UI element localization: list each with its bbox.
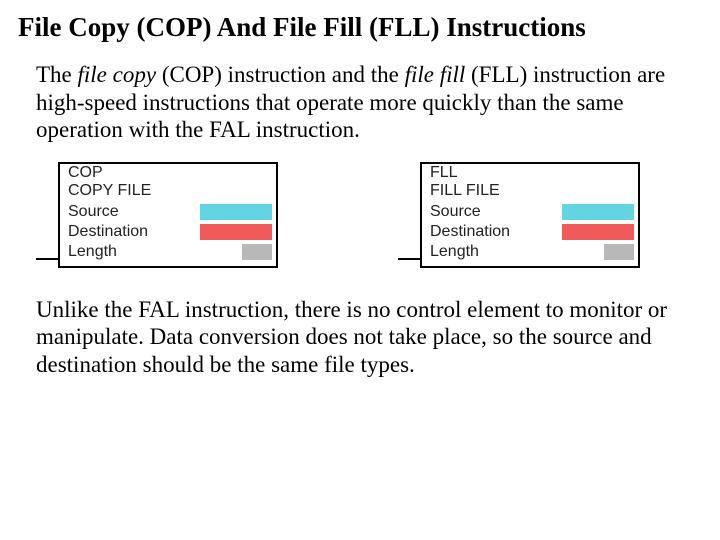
field-label: Destination (68, 223, 148, 241)
cop-block: COP COPY FILE Source Destination Length (36, 162, 278, 268)
value-swatch-icon (200, 204, 272, 220)
fll-subtitle: FILL FILE (422, 182, 638, 202)
cop-row-source: Source (60, 202, 276, 222)
value-swatch-icon (562, 224, 634, 240)
cop-block-body: COP COPY FILE Source Destination Length (58, 162, 278, 268)
paragraph-intro: The file copy (COP) instruction and the … (36, 61, 676, 144)
field-label: Length (430, 243, 479, 261)
diagram-row: COP COPY FILE Source Destination Length (36, 162, 702, 268)
value-swatch-icon (242, 244, 272, 260)
cop-subtitle: COPY FILE (60, 182, 276, 202)
page-title: File Copy (COP) And File Fill (FLL) Inst… (18, 12, 702, 43)
field-label: Source (430, 203, 481, 221)
value-swatch-icon (562, 204, 634, 220)
value-swatch-icon (604, 244, 634, 260)
field-label: Destination (430, 223, 510, 241)
cop-row-length: Length (60, 242, 276, 262)
cop-row-destination: Destination (60, 222, 276, 242)
fll-row-length: Length (422, 242, 638, 262)
emphasis-file-fill: file fill (405, 62, 466, 87)
fll-mnemonic: FLL (422, 164, 638, 182)
text: The (36, 62, 78, 87)
paragraph-outro: Unlike the FAL instruction, there is no … (36, 296, 676, 379)
text: (COP) instruction and the (156, 62, 405, 87)
fll-row-destination: Destination (422, 222, 638, 242)
cop-mnemonic: COP (60, 164, 276, 182)
connector-line-icon (36, 258, 58, 260)
connector-line-icon (398, 258, 420, 260)
fll-block-body: FLL FILL FILE Source Destination Length (420, 162, 640, 268)
fll-row-source: Source (422, 202, 638, 222)
value-swatch-icon (200, 224, 272, 240)
fll-block: FLL FILL FILE Source Destination Length (398, 162, 640, 268)
emphasis-file-copy: file copy (78, 62, 157, 87)
field-label: Source (68, 203, 119, 221)
field-label: Length (68, 243, 117, 261)
